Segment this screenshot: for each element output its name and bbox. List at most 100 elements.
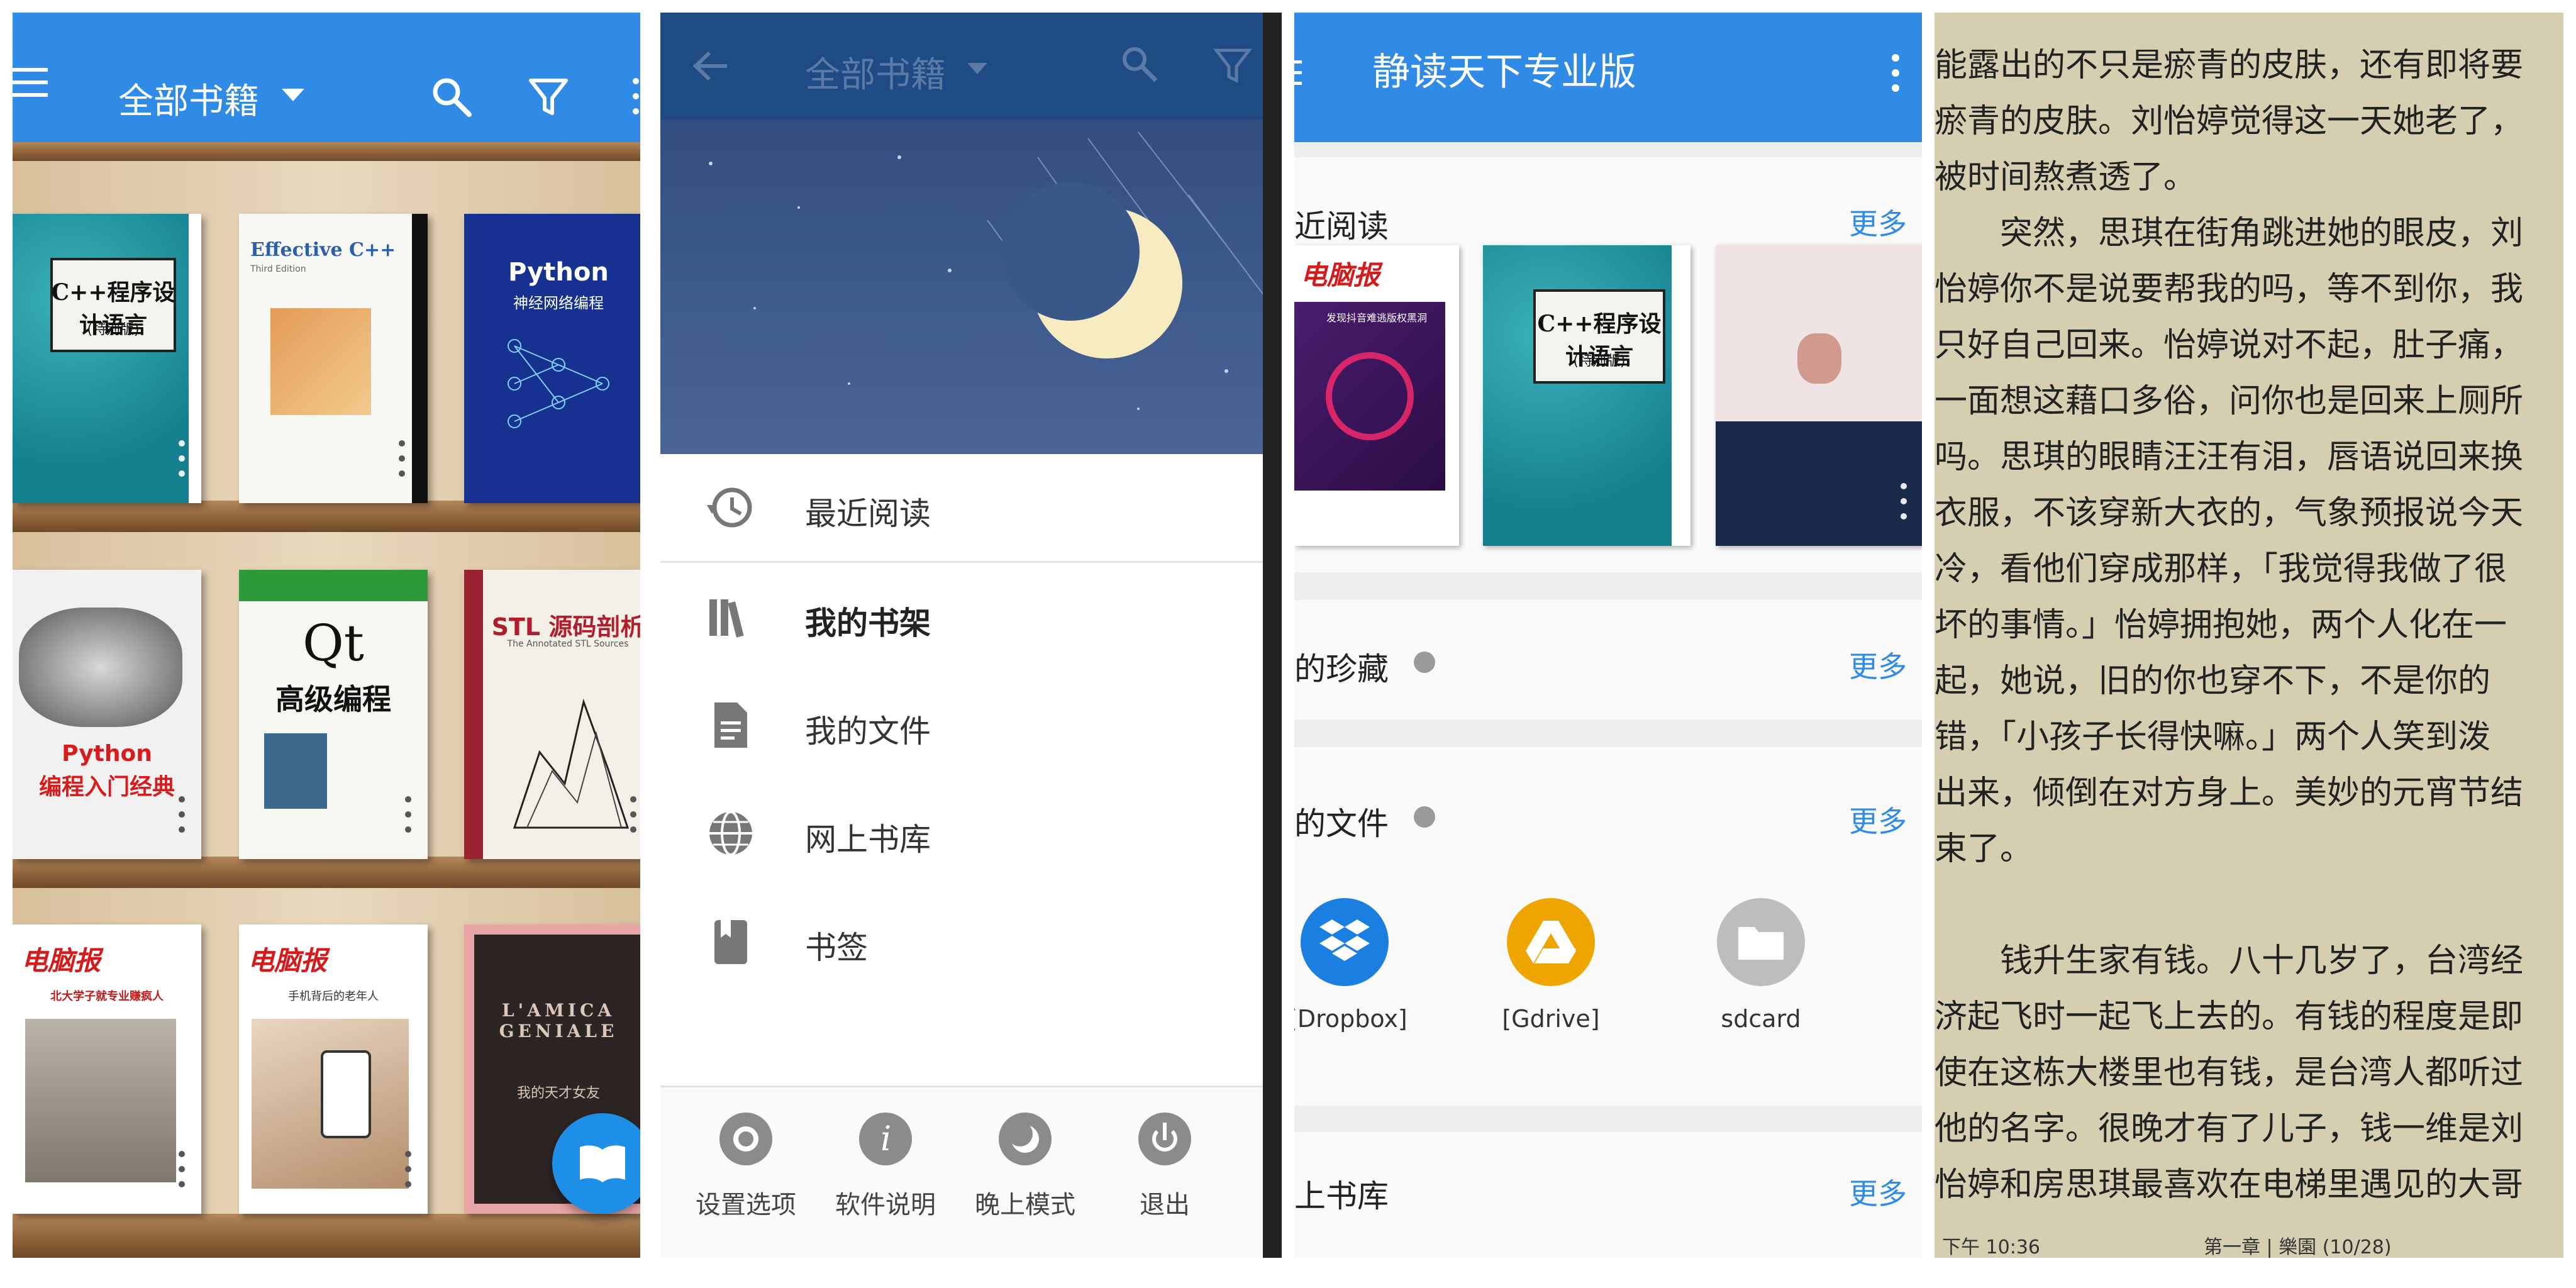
back-arrow-icon[interactable] [692, 50, 730, 82]
info-icon: i [859, 1113, 912, 1165]
files-section: 的文件 更多 [Dropbox] [Gdrive] sdcard [1294, 747, 1922, 1106]
exit-button[interactable]: 退出 [1096, 1113, 1234, 1238]
book-menu-icon[interactable] [405, 796, 411, 840]
book-subtitle: 编程入门经典 [38, 774, 175, 800]
recent-book[interactable] [1716, 245, 1922, 546]
book-cover[interactable]: STL 源码剖析 The Annotated STL Sources [464, 570, 640, 859]
book-menu-icon[interactable] [405, 1151, 411, 1195]
reader-line: 能露出的不只是瘀青的皮肤，还有即将要 [1935, 47, 2524, 84]
more-link[interactable]: 更多 [1849, 1171, 1907, 1213]
more-icon[interactable] [1892, 54, 1901, 98]
menu-item-bookshelf[interactable]: 我的书架 [660, 564, 1282, 670]
settings-label: 设置选项 [696, 1191, 796, 1219]
about-button[interactable]: i 软件说明 [816, 1113, 955, 1238]
app-bar: 全部书籍 [13, 13, 640, 142]
book-title: STL 源码剖析 [491, 613, 640, 641]
filter-icon[interactable] [527, 75, 570, 118]
book-menu-icon[interactable] [1901, 483, 1907, 527]
reader-status-bar: 下午 10:36 第一章 | 樂園 (10/28) [1935, 1228, 2563, 1258]
menu-icon[interactable] [1294, 60, 1302, 92]
book-subtitle: 手机背后的老年人 [288, 990, 379, 1003]
search-icon[interactable] [430, 75, 473, 118]
menu-item-label: 书签 [805, 930, 868, 966]
book-cover[interactable]: Effective C++ Third Edition [239, 214, 428, 503]
menu-item-label: 我的文件 [805, 713, 931, 750]
page-title[interactable]: 全部书籍 [118, 73, 259, 124]
settings-icon [719, 1113, 772, 1165]
night-mode-button[interactable]: 晚上模式 [956, 1113, 1094, 1238]
reader-page-text[interactable]: 能露出的不只是瘀青的皮肤，还有即将要 瘀青的皮肤。刘怡婷觉得这一天她老了， 被时间熬… [1935, 38, 2563, 1213]
reader-line: 瘀青的皮肤。刘怡婷觉得这一天她老了， [1935, 103, 2524, 140]
book-cover[interactable]: C++程序设计语言 (特别版) [13, 214, 201, 503]
reader-line: 出来，倾倒在对方身上。美妙的元宵节结 [1935, 774, 2524, 812]
recent-book[interactable]: 电脑报 发现抖音难逃版权黑洞 [1294, 245, 1459, 546]
cloud-label: sdcard [1721, 1005, 1801, 1033]
book-subtitle: 高级编程 [275, 682, 391, 716]
book-cover[interactable]: Python 编程入门经典 [13, 570, 201, 859]
reader-line: 一面想这藉口多俗，问你也是回来上厕所 [1935, 382, 2524, 420]
bookshelf-screen: 全部书籍 C++程序设计语言 (特别版) Effective C++ Third… [13, 13, 640, 1258]
reader-line: 他的名字。很晚才有了儿子，钱一维是刘 [1935, 1110, 2524, 1148]
bookshelf-icon [709, 599, 744, 638]
more-icon[interactable] [633, 78, 640, 118]
home-screen: 静读天下专业版 近阅读 更多 电脑报 发现抖音难逃版权黑洞 C++程序设计语言 … [1294, 13, 1922, 1258]
menu-item-files[interactable]: 我的文件 [660, 672, 1282, 779]
shelf-board [13, 142, 640, 161]
recent-book[interactable]: C++程序设计语言 (特别版) [1483, 245, 1690, 546]
book-menu-icon[interactable] [630, 796, 636, 840]
menu-icon[interactable] [13, 68, 48, 99]
book-title: Python [62, 741, 152, 767]
book-cover[interactable]: Python 神经网络编程 [464, 214, 640, 503]
menu-item-label: 网上书库 [805, 821, 931, 858]
cloud-label: [Dropbox] [1294, 1005, 1407, 1033]
settings-button[interactable]: 设置选项 [677, 1113, 815, 1238]
menu-item-bookmarks[interactable]: 书签 [660, 888, 1282, 995]
more-link[interactable]: 更多 [1849, 799, 1907, 840]
section-title: 的文件 [1294, 806, 1389, 842]
drawer-footer: 设置选项 i 软件说明 晚上模式 退出 [660, 1085, 1282, 1258]
reader-line: 使在这栋大楼里也有钱，是台湾人都听过 [1935, 1054, 2524, 1092]
divider [660, 561, 1282, 563]
section-title: 上书库 [1294, 1178, 1389, 1214]
settings-icon[interactable] [1414, 806, 1435, 828]
reader-line: 钱升生家有钱。八十几岁了，台湾经 [1935, 942, 2524, 980]
dropdown-icon[interactable] [282, 89, 304, 101]
globe-icon [709, 811, 752, 856]
reader-chapter: 第一章 | 樂園 (10/28) [2204, 1236, 2392, 1258]
reader-line: 吗。思琪的眼睛汪汪有泪，唇语说回来换 [1935, 438, 2524, 476]
cloud-dropbox[interactable]: [Dropbox] [1294, 898, 1407, 1033]
app-bar: 静读天下专业版 [1294, 13, 1922, 142]
cloud-gdrive[interactable]: [Gdrive] [1494, 898, 1607, 1033]
settings-icon[interactable] [1414, 652, 1435, 673]
more-link[interactable]: 更多 [1849, 201, 1907, 243]
book-menu-icon[interactable] [179, 796, 185, 840]
section-title: 近阅读 [1294, 208, 1389, 245]
dropbox-icon [1301, 898, 1389, 986]
book-menu-icon[interactable] [179, 1151, 185, 1195]
drawer-scrim[interactable] [1263, 13, 1282, 1258]
reader-line: 只好自己回来。怡婷说对不起，肚子痛， [1935, 326, 2524, 364]
menu-item-online-library[interactable]: 网上书库 [660, 780, 1282, 887]
menu-item-recent[interactable]: 最近阅读 [660, 454, 1282, 561]
app-title: 静读天下专业版 [1372, 50, 1636, 94]
book-cover[interactable]: Qt 高级编程 [239, 570, 428, 859]
book-title: Python [508, 258, 609, 287]
more-link[interactable]: 更多 [1849, 644, 1907, 686]
search-icon [1123, 47, 1158, 82]
book-title: 电脑报 [1301, 260, 1380, 291]
night-mode-label: 晚上模式 [975, 1191, 1075, 1219]
book-subtitle: 发现抖音难逃版权黑洞 [1326, 312, 1427, 324]
bookshelf: C++程序设计语言 (特别版) Effective C++ Third Edit… [13, 142, 640, 1258]
night-mode-icon [999, 1113, 1052, 1165]
reader-line: 错，「小孩子长得快嘛。」两个人笑到泼 [1935, 718, 2491, 756]
book-cover[interactable]: 电脑报 手机背后的老年人 [239, 924, 428, 1214]
filter-icon [1213, 48, 1253, 84]
book-menu-icon[interactable] [399, 440, 405, 484]
folder-icon [1717, 898, 1805, 986]
book-subtitle: 我的天才女友 [516, 1085, 600, 1101]
book-menu-icon[interactable] [179, 440, 185, 484]
reader-screen: 能露出的不只是瘀青的皮肤，还有即将要 瘀青的皮肤。刘怡婷觉得这一天她老了， 被时间熬… [1935, 13, 2563, 1258]
book-cover[interactable]: 电脑报 北大学子就专业赚疯人 [13, 924, 201, 1214]
recent-section: 近阅读 更多 电脑报 发现抖音难逃版权黑洞 C++程序设计语言 (特别版) [1294, 157, 1922, 572]
cloud-sdcard[interactable]: sdcard [1704, 898, 1818, 1033]
